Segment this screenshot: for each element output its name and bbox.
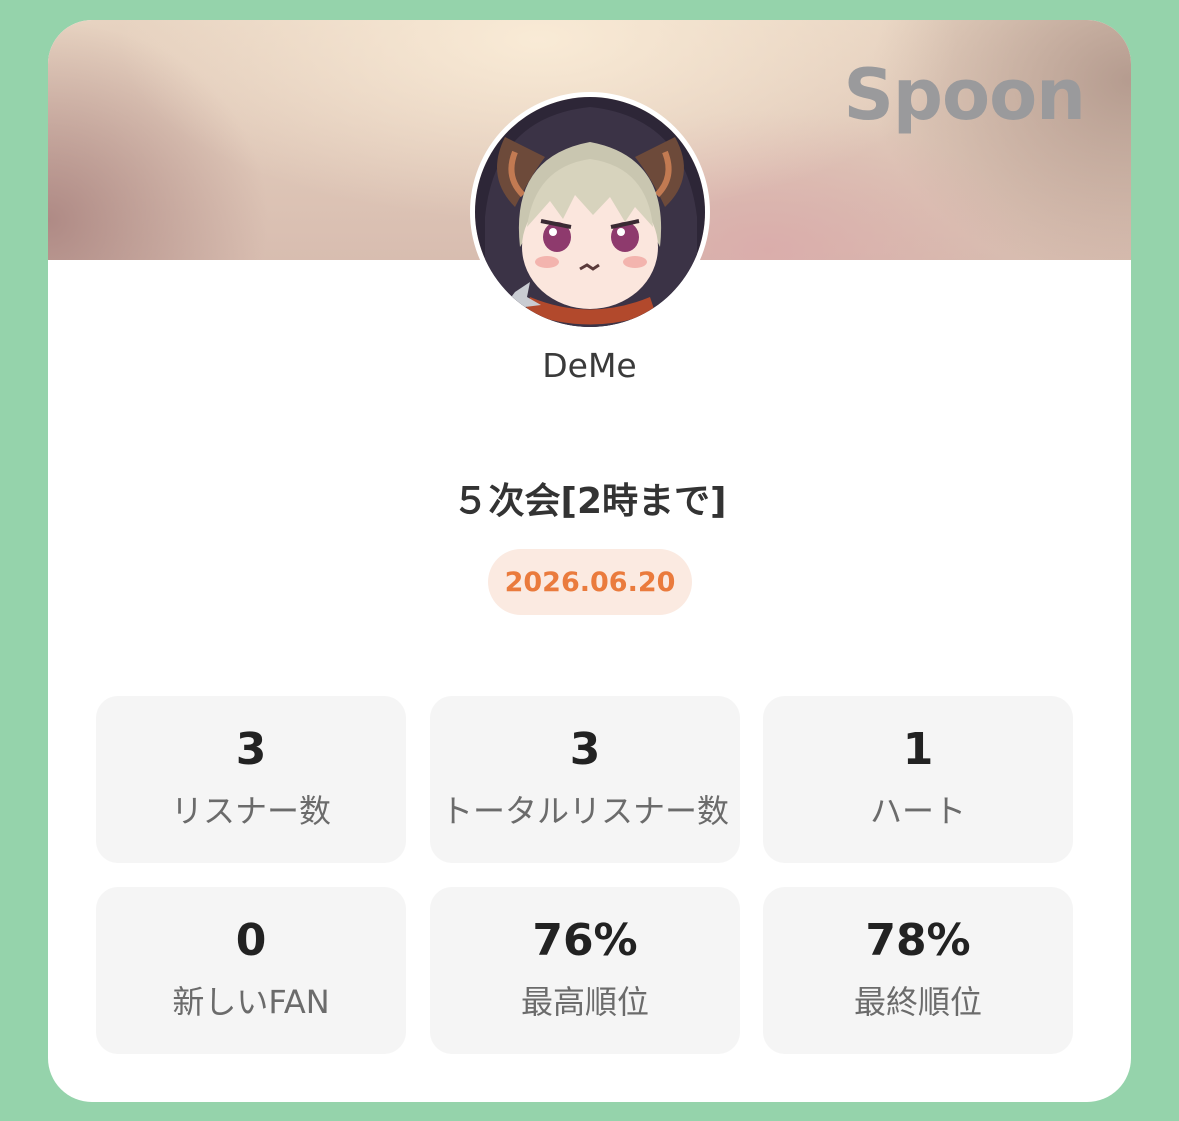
stat-value: 78% [865, 915, 971, 966]
broadcast-title: ５次会[2時まで] [452, 481, 727, 522]
stat-final-rank: 78% 最終順位 [763, 887, 1073, 1054]
stat-value: 0 [235, 915, 267, 966]
stat-value: 1 [902, 724, 934, 775]
stat-label: 新しいFAN [172, 983, 330, 1021]
stat-total-listeners: 3 トータルリスナー数 [430, 696, 740, 863]
broadcast-date: 2026.06.20 [504, 566, 676, 598]
stat-new-fans: 0 新しいFAN [96, 887, 406, 1054]
avatar-image [475, 97, 705, 327]
broadcast-summary-card: Spoon DeMe ５次会[2時まで] 2026.06.20 3 リスナー数 … [48, 20, 1131, 1102]
stat-value: 76% [532, 915, 638, 966]
stat-label: 最高順位 [520, 983, 649, 1021]
stat-label: ハート [869, 792, 966, 830]
stat-label: 最終順位 [853, 983, 982, 1021]
username: DeMe [542, 346, 637, 385]
stat-value: 3 [235, 724, 267, 775]
stat-hearts: 1 ハート [763, 696, 1073, 863]
stat-label: リスナー数 [170, 792, 331, 830]
avatar[interactable] [470, 92, 710, 332]
stat-highest-rank: 76% 最高順位 [430, 887, 740, 1054]
stat-listeners: 3 リスナー数 [96, 696, 406, 863]
stat-value: 3 [569, 724, 601, 775]
date-badge: 2026.06.20 [488, 549, 692, 615]
spoon-logo: Spoon [843, 54, 1086, 136]
stat-label: トータルリスナー数 [440, 792, 729, 830]
